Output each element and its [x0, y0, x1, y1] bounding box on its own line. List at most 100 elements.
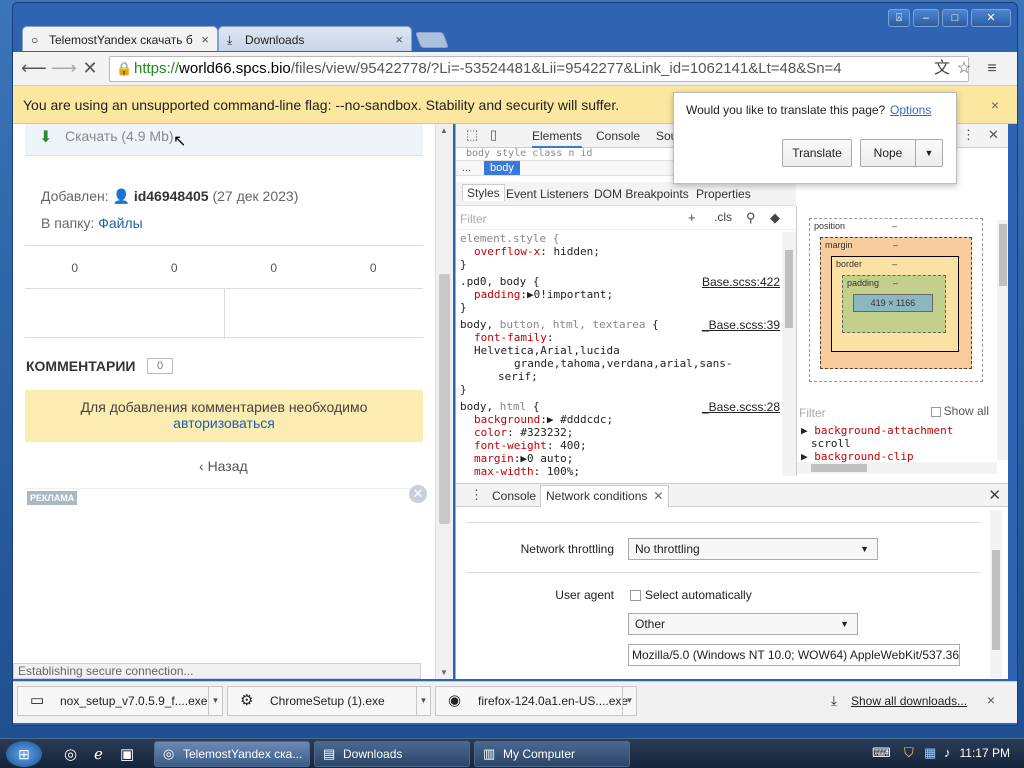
color-picker-icon[interactable]: ◆	[770, 210, 780, 226]
checkbox[interactable]	[930, 406, 941, 417]
translate-button[interactable]: Translate	[782, 139, 852, 167]
taskbar-item-chrome[interactable]: ◎ TelemostYandex ска...	[154, 741, 310, 767]
css-property[interactable]: max-width: 100%;	[460, 465, 782, 476]
source-link[interactable]: _Base.scss:39	[702, 318, 780, 332]
user-id[interactable]: id46948405	[134, 188, 209, 204]
start-button[interactable]: ⊞	[6, 741, 42, 767]
cls-toggle[interactable]: .cls	[714, 210, 732, 224]
menu-icon[interactable]: ≡	[981, 58, 1003, 80]
user-agent-input[interactable]: Mozilla/5.0 (Windows NT 10.0; WOW64) App…	[628, 644, 960, 666]
app-icon[interactable]: ▣	[120, 745, 134, 763]
styles-scrollbar[interactable]	[782, 232, 796, 476]
address-bar[interactable]: 🔒 https://world66.spcs.bio/files/view/95…	[109, 56, 969, 82]
shield-icon[interactable]: ⛉	[904, 745, 914, 761]
breadcrumb-body[interactable]: body	[484, 161, 520, 175]
translate-options-link[interactable]: Options	[890, 103, 931, 117]
maximize-button[interactable]: □	[942, 9, 968, 27]
tab-dom-breakpoints[interactable]: DOM Breakpoints	[594, 187, 689, 201]
source-link[interactable]: _Base.scss:28	[702, 400, 780, 414]
infobar-close-icon[interactable]: ×	[991, 86, 999, 124]
close-shelf-icon[interactable]: ×	[987, 692, 995, 708]
device-mode-icon[interactable]: ▯	[490, 127, 497, 143]
show-all-downloads-link[interactable]: ⤓ Show all downloads...	[831, 693, 967, 708]
chevron-down-icon[interactable]: ▼	[208, 687, 222, 715]
forward-button[interactable]: ⟶	[51, 58, 77, 80]
network-conditions-scrollbar[interactable]	[990, 510, 1002, 678]
profile-button[interactable]: ⍓	[888, 9, 910, 27]
download-item[interactable]: ⚙ ChromeSetup (1).exe ▼	[227, 686, 431, 716]
drawer-tab-network-conditions[interactable]: Network conditions ✕	[540, 485, 670, 507]
clock[interactable]: 11:17 PM	[960, 746, 1010, 760]
taskbar-item-my-computer[interactable]: ▥ My Computer	[474, 741, 630, 767]
translate-icon[interactable]: 文	[931, 58, 953, 80]
chrome-icon[interactable]: ◎	[64, 745, 77, 763]
styles-filter-input[interactable]: Filter	[460, 212, 487, 226]
scrollbar-thumb[interactable]	[439, 274, 450, 524]
minimize-button[interactable]: –	[913, 9, 939, 27]
close-window-button[interactable]: ✕	[971, 9, 1011, 27]
checkbox[interactable]	[630, 590, 641, 602]
css-property[interactable]: margin:▶0 auto;	[460, 452, 782, 465]
download-item[interactable]: ◉ firefox-124.0a1.en-US....exe ▼	[435, 686, 637, 716]
css-property[interactable]: background:▶ #dddcdc;	[460, 413, 782, 426]
scrollbar-thumb[interactable]	[811, 464, 867, 472]
tab-telemost[interactable]: ○ TelemostYandex скачать б ×	[22, 26, 218, 51]
download-link[interactable]: ⬇ Скачать (4.9 Mb) ↖	[25, 124, 423, 156]
css-property[interactable]: font-weight: 400;	[460, 439, 782, 452]
computed-property[interactable]: ▶ background-attachment	[801, 424, 953, 437]
source-link[interactable]: Base.scss:422	[702, 275, 780, 289]
chevron-down-icon[interactable]: ▼	[622, 687, 636, 715]
add-rule-icon[interactable]: +	[688, 210, 696, 225]
taskbar-item-downloads[interactable]: ▤ Downloads	[314, 741, 470, 767]
scrollbar-thumb[interactable]	[785, 250, 793, 328]
tab-close-icon[interactable]: ×	[395, 32, 403, 47]
scroll-down-icon[interactable]: ▼	[440, 668, 448, 677]
css-property[interactable]: font-family: Helvetica,Arial,lucida	[460, 331, 782, 357]
login-link[interactable]: авторизоваться	[173, 415, 275, 431]
bookmark-star-icon[interactable]: ☆	[953, 58, 975, 80]
folder-link[interactable]: Файлы	[98, 215, 142, 231]
translate-dropdown-button[interactable]: ▼	[915, 139, 943, 167]
tab-console[interactable]: Console	[596, 129, 640, 143]
back-button[interactable]: ⟵	[21, 58, 47, 80]
drawer-menu-icon[interactable]: ⋮	[470, 487, 483, 503]
volume-icon[interactable]: ♪	[944, 745, 951, 760]
show-all-checkbox[interactable]: Show all	[930, 404, 989, 418]
ie-icon[interactable]: ℯ	[94, 745, 103, 763]
sidebar-scrollbar[interactable]	[997, 220, 1008, 460]
network-icon[interactable]: ▦	[924, 745, 936, 761]
close-devtools-icon[interactable]: ✕	[988, 127, 999, 143]
keyboard-icon[interactable]: ⌨	[872, 745, 891, 761]
css-property[interactable]: color: #323232;	[460, 426, 782, 439]
more-options-icon[interactable]: ⋮	[962, 127, 975, 143]
tab-styles[interactable]: Styles	[462, 184, 505, 201]
nope-button[interactable]: Nope	[860, 139, 916, 167]
page-scrollbar[interactable]: ▲ ▼	[435, 124, 453, 679]
breadcrumb-more[interactable]: ...	[462, 162, 471, 174]
back-link[interactable]: ‹ Назад	[199, 458, 248, 474]
inspect-element-icon[interactable]: ⬚	[466, 127, 478, 143]
scrollbar-thumb[interactable]	[992, 550, 1000, 650]
scrollbar-thumb[interactable]	[999, 224, 1007, 286]
tab-event-listeners[interactable]: Event Listeners	[506, 187, 589, 201]
select-automatically-checkbox[interactable]: Select automatically	[630, 588, 752, 602]
tab-close-icon[interactable]: ×	[201, 32, 209, 47]
css-property[interactable]: padding:▶0!important;	[460, 288, 782, 301]
download-item[interactable]: ▭ nox_setup_v7.0.5.9_f....exe ▼	[17, 686, 223, 716]
css-property[interactable]: overflow-x: hidden;	[460, 245, 782, 258]
drawer-tab-console[interactable]: Console	[492, 489, 536, 503]
chevron-down-icon[interactable]: ▼	[416, 687, 430, 715]
tab-downloads[interactable]: ⤓ Downloads ×	[218, 26, 412, 51]
computed-filter-input[interactable]: Filter	[799, 406, 826, 420]
network-throttling-select[interactable]: No throttling ▼	[628, 538, 878, 560]
new-tab-button[interactable]	[415, 32, 449, 48]
close-drawer-icon[interactable]: ✕	[988, 486, 1001, 504]
user-agent-select[interactable]: Other ▼	[628, 613, 858, 635]
pin-icon[interactable]: ⚲	[746, 210, 756, 226]
close-tab-icon[interactable]: ✕	[653, 489, 663, 503]
tab-elements[interactable]: Elements	[532, 129, 583, 148]
ad-close-icon[interactable]: ✕	[409, 485, 427, 503]
stop-button[interactable]: ✕	[79, 58, 101, 80]
tab-properties[interactable]: Properties	[696, 187, 751, 201]
scroll-up-icon[interactable]: ▲	[440, 126, 448, 135]
